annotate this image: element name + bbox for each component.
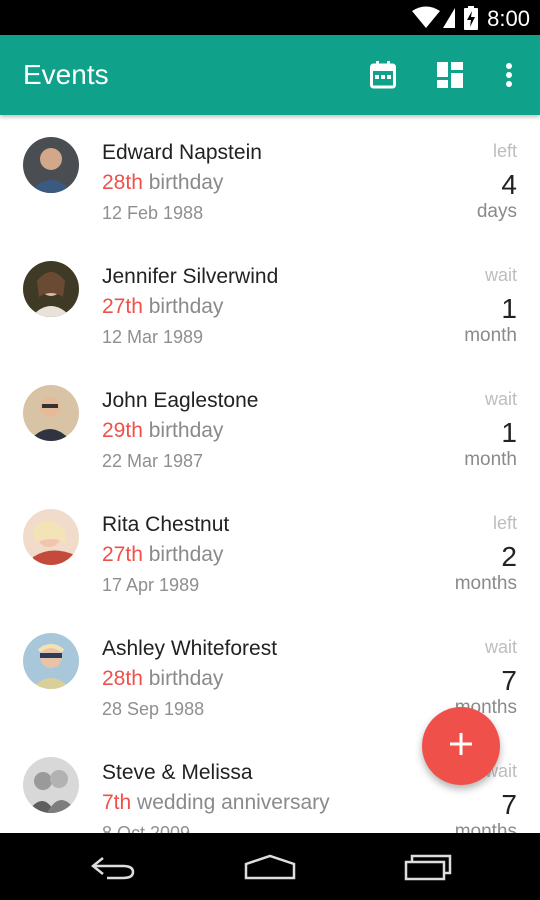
event-ordinal: 28th [102, 667, 143, 690]
recent-apps-icon[interactable] [398, 851, 458, 883]
calendar-icon[interactable] [367, 59, 399, 91]
avatar [23, 633, 79, 689]
avatar [23, 385, 79, 441]
event-occasion: 28th birthday [102, 667, 223, 691]
event-name: John Eaglestone [102, 389, 259, 412]
event-ordinal: 27th [102, 295, 143, 318]
event-name: Rita Chestnut [102, 513, 230, 536]
event-name: Edward Napstein [102, 141, 262, 164]
more-vert-icon[interactable] [493, 59, 525, 91]
event-type: birthday [148, 295, 224, 318]
countdown-status: wait [484, 265, 517, 285]
event-type: birthday [148, 543, 224, 566]
avatar [23, 509, 79, 565]
countdown-count: 1 [501, 417, 517, 448]
event-row[interactable]: Edward Napstein 28th birthday 12 Feb 198… [0, 115, 540, 239]
countdown-unit: month [464, 449, 517, 470]
event-date: 17 Apr 1989 [102, 575, 200, 595]
clock-time: 8:00 [487, 6, 530, 31]
app-bar: Events [0, 35, 540, 115]
event-date: 8 Oct 2009 [102, 823, 191, 833]
event-type: birthday [148, 171, 224, 194]
event-type: birthday [148, 419, 224, 442]
wifi-icon [412, 6, 456, 33]
event-row[interactable]: Rita Chestnut 27th birthday 17 Apr 1989 … [0, 487, 540, 611]
countdown-count: 7 [501, 665, 517, 696]
battery-charging-icon [463, 6, 479, 35]
add-event-button[interactable] [422, 707, 500, 785]
countdown-unit: months [454, 573, 517, 594]
page-title: Events [23, 59, 109, 90]
countdown-status: wait [484, 389, 517, 409]
event-ordinal: 29th [102, 419, 143, 442]
dashboard-icon[interactable] [434, 59, 466, 91]
event-occasion: 28th birthday [102, 171, 223, 195]
countdown-count: 7 [501, 789, 517, 820]
event-date: 12 Feb 1988 [102, 203, 204, 223]
event-name: Steve & Melissa [102, 761, 253, 784]
countdown-count: 2 [501, 541, 517, 572]
event-ordinal: 7th [102, 791, 132, 814]
event-type: birthday [148, 667, 224, 690]
home-icon[interactable] [240, 851, 300, 883]
countdown-count: 1 [501, 293, 517, 324]
back-icon[interactable] [83, 851, 143, 883]
event-row[interactable]: Jennifer Silverwind 27th birthday 12 Mar… [0, 239, 540, 363]
event-name: Jennifer Silverwind [102, 265, 279, 288]
countdown-status: wait [484, 637, 517, 657]
countdown-unit: months [454, 821, 517, 833]
event-ordinal: 28th [102, 171, 143, 194]
avatar [23, 137, 79, 193]
event-occasion: 29th birthday [102, 419, 223, 443]
countdown-unit: month [464, 325, 517, 346]
event-ordinal: 27th [102, 543, 143, 566]
event-type: wedding anniversary [137, 791, 330, 814]
event-occasion: 7th wedding anniversary [102, 791, 330, 815]
event-date: 12 Mar 1989 [102, 327, 204, 347]
event-name: Ashley Whiteforest [102, 637, 278, 660]
avatar [23, 261, 79, 317]
countdown-status: left [492, 513, 517, 533]
countdown-unit: days [476, 201, 517, 222]
event-occasion: 27th birthday [102, 295, 223, 319]
plus-icon [450, 732, 472, 760]
event-date: 28 Sep 1988 [102, 699, 205, 719]
status-bar: 8:00 [0, 0, 540, 35]
countdown-status: left [492, 141, 517, 161]
navigation-bar [0, 833, 540, 900]
event-date: 22 Mar 1987 [102, 451, 204, 471]
event-row[interactable]: John Eaglestone 29th birthday 22 Mar 198… [0, 363, 540, 487]
event-occasion: 27th birthday [102, 543, 223, 567]
countdown-count: 4 [501, 169, 517, 200]
avatar [23, 757, 79, 813]
